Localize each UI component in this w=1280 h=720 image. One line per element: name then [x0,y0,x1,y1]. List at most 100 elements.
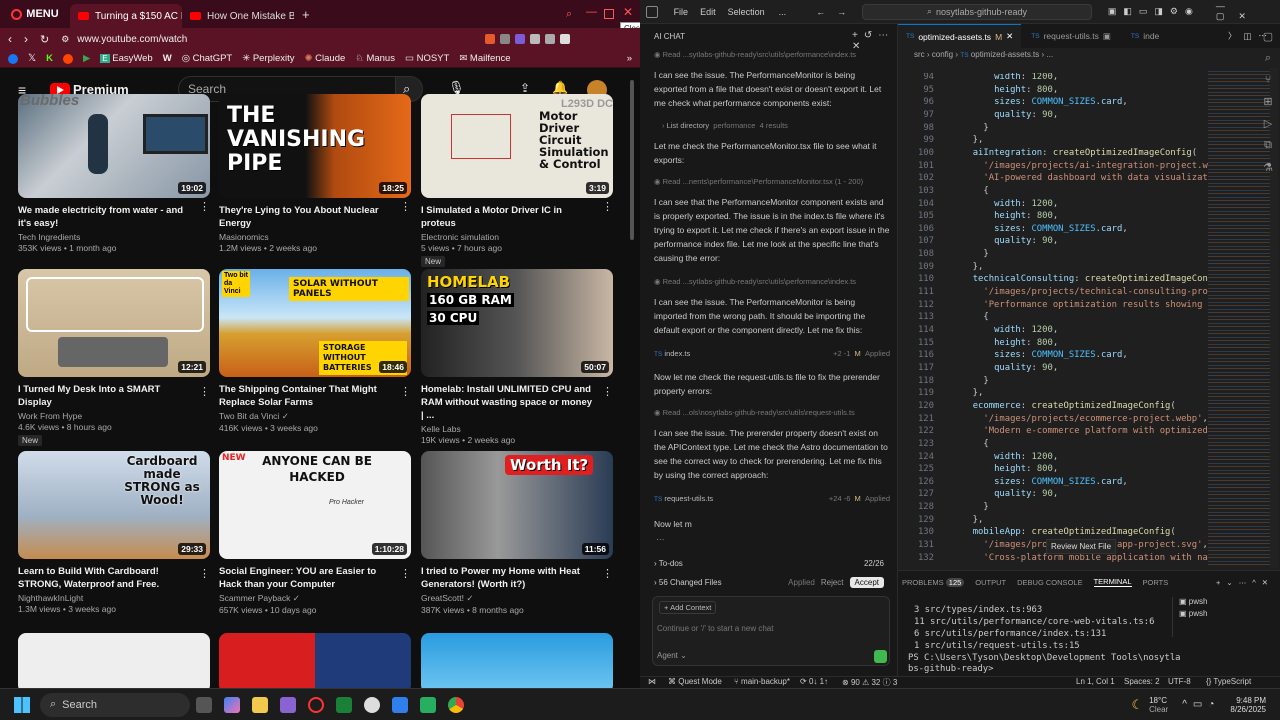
code-line[interactable]: 111 '/images/projects/technical-consulti… [898,287,1208,300]
code-line[interactable]: 94 width: 1200, [898,73,1058,85]
video-thumbnail[interactable]: Cardboard made STRONG as Wood! 29:33 [18,451,210,559]
browser-menu-button[interactable]: MENU [0,0,70,28]
video-title[interactable]: Homelab: Install UNLIMITED CPU and RAM w… [421,383,613,422]
close-tab-icon[interactable]: ✕ [1006,31,1013,42]
github-icon[interactable] [364,696,380,713]
weather-widget[interactable]: ☾ 18°C Clear [1131,696,1168,714]
more-icon[interactable]: ⋮ [400,385,411,398]
editor-tab-index[interactable]: TS inde [1121,31,1169,41]
editor-app-icon[interactable] [336,696,352,713]
tab-one-mistake[interactable]: How One Mistake Broke C [182,4,294,28]
channel-name[interactable]: Electronic simulation [421,232,613,242]
code-line[interactable]: 95 height: 800, [898,85,1058,98]
video-card[interactable]: L293D DC Motor Driver Circuit Simulation… [421,90,613,267]
code-line[interactable]: 113 { [898,312,989,325]
channel-name[interactable]: NighthawkInLight [18,593,210,603]
video-title[interactable]: We made electricity from water - and it'… [18,204,210,230]
extensions-icons[interactable] [485,34,571,44]
back-icon[interactable]: ‹ [8,32,12,46]
calculator-icon[interactable] [392,696,408,713]
close-icon[interactable]: ✕ [623,5,633,19]
opera-icon[interactable] [308,696,324,713]
search-tabs-icon[interactable]: ⌕ [566,8,572,21]
send-button[interactable] [874,650,887,663]
more-bookmarks-icon[interactable]: » [627,53,632,64]
code-line[interactable]: 104 width: 1200, [898,199,1058,212]
video-title[interactable]: I tried to Power my Home with Heat Gener… [421,565,613,591]
tab-terminal[interactable]: TERMINAL [1093,577,1132,587]
video-thumbnail[interactable]: 12:21 [18,269,210,377]
code-line[interactable]: 106 sizes: COMMON_SIZES.card, [898,224,1128,237]
shell-item[interactable]: ▣ pwsh [1179,609,1280,618]
windows-start-icon[interactable] [14,696,30,713]
video-thumbnail[interactable]: THE VANISHING PIPE 18:25 [219,94,411,198]
new-tab-icon[interactable]: + [302,7,310,22]
taskbar-search[interactable]: ⌕ Search [40,692,190,717]
search-icon[interactable]: ⌕ [1265,52,1271,65]
code-line[interactable]: 123 { [898,439,989,452]
extensions-icon[interactable]: ⊞ [1263,95,1272,108]
terminal-app-icon[interactable] [420,696,436,713]
branch-status[interactable]: ⑂ main-backup* [734,677,790,686]
forward-icon[interactable]: → [837,7,846,17]
code-line[interactable]: 98 } [898,123,988,136]
code-line[interactable]: 124 width: 1200, [898,452,1058,465]
changed-file-index[interactable]: TS index.ts +2 -1 M Applied [654,349,890,358]
reject-button[interactable]: Reject [821,578,844,587]
code-lines[interactable]: 94 width: 1200, 95 height: 800, 96 sizes: … [898,73,1208,570]
changed-files-row[interactable]: › 56 Changed Files Applied Reject Accept [648,574,890,590]
bookmark-claude[interactable]: ✺ Claude [305,53,346,64]
code-line[interactable]: 100 aiIntegration: createOptimizedImageC… [898,148,1197,161]
code-line[interactable]: 105 height: 800, [898,211,1058,224]
shell-item[interactable]: ▣ pwsh [1179,597,1280,606]
problems-status[interactable]: ⊗ 90 ⚠ 32 ⓘ 3 [842,677,897,688]
video-title[interactable]: I Simulated a Motor Driver IC in proteus [421,204,613,230]
bookmark-mailfence[interactable]: ✉ Mailfence [459,53,510,64]
more-icon[interactable]: ⋮ [602,385,613,398]
video-thumbnail[interactable]: L293D DC Motor Driver Circuit Simulation… [421,94,613,198]
changed-file-request-utils[interactable]: TS request-utils.ts +24 -6 M Applied [654,494,890,503]
more-icon[interactable]: ⋮ [199,385,210,398]
channel-name[interactable]: Two Bit da Vinci ✓ [219,411,411,422]
panel-actions-icons[interactable]: +⌄⋯^✕ [1216,578,1274,587]
code-line[interactable]: 96 sizes: COMMON_SIZES.card, [898,97,1127,110]
code-line[interactable]: 110 technicalConsulting: createOptimized… [898,274,1208,287]
tab-output[interactable]: OUTPUT [975,578,1006,587]
menu-file[interactable]: File [674,7,689,17]
bookmark-perplexity[interactable]: ✳ Perplexity [242,53,294,64]
site-info-icon[interactable]: ⚙ [61,34,69,45]
video-card[interactable]: Worth It? 11:56 I tried to Power my Home… [421,451,613,615]
video-title[interactable]: Learn to Build With Cardboard! STRONG, W… [18,565,210,591]
code-line[interactable]: 109 }, [898,262,983,275]
menu-edit[interactable]: Edit [700,7,716,17]
code-line[interactable]: 101 '/images/projects/ai-integration-pro… [898,161,1208,174]
run-debug-icon[interactable]: ▷ [1264,117,1272,130]
tab-debug-console[interactable]: DEBUG CONSOLE [1017,578,1082,587]
maximize-icon[interactable] [604,9,614,19]
remote-status-icon[interactable]: ⋈ [648,677,656,686]
layout-icons[interactable]: ▣◧▭◨⚙◉ [1108,6,1200,17]
code-line[interactable]: 118 } [898,376,989,389]
menu-selection[interactable]: Selection [728,7,765,17]
code-line[interactable]: 102 'AI-powered dashboard with data visu… [898,173,1208,186]
code-line[interactable]: 127 quality: 90, [898,489,1058,502]
code-line[interactable]: 122 'Modern e-commerce platform with opt… [898,426,1208,439]
sync-status[interactable]: ⟳ 0↓ 1↑ [800,677,828,686]
reload-icon[interactable]: ↻ [40,33,49,46]
video-card[interactable]: Bubbles 19:02 We made electricity from w… [18,90,210,253]
remote-icon[interactable]: ⧉ [1264,139,1272,152]
review-next-file-overlay[interactable]: Review Next File [1046,539,1117,554]
video-card[interactable]: THE VANISHING PIPE 18:25 They're Lying t… [219,90,411,253]
code-line[interactable]: 114 width: 1200, [898,325,1058,338]
forward-icon[interactable]: › [24,32,28,46]
more-icon[interactable]: ⋮ [602,567,613,580]
indentation[interactable]: Spaces: 2 [1124,677,1160,686]
window-controls[interactable]: —▢✕ [1216,1,1280,22]
clock[interactable]: 9:48 PM 8/26/2025 [1230,696,1266,714]
copilot-icon[interactable] [224,696,240,713]
code-line[interactable]: 119 }, [898,388,983,401]
channel-name[interactable]: GreatScott! ✓ [421,593,613,604]
video-card[interactable]: 12:21 I Turned My Desk Into a SMART Disp… [18,269,210,446]
code-line[interactable]: 97 quality: 90, [898,110,1058,123]
bookmark-easyweb[interactable]: E EasyWeb [100,53,153,64]
